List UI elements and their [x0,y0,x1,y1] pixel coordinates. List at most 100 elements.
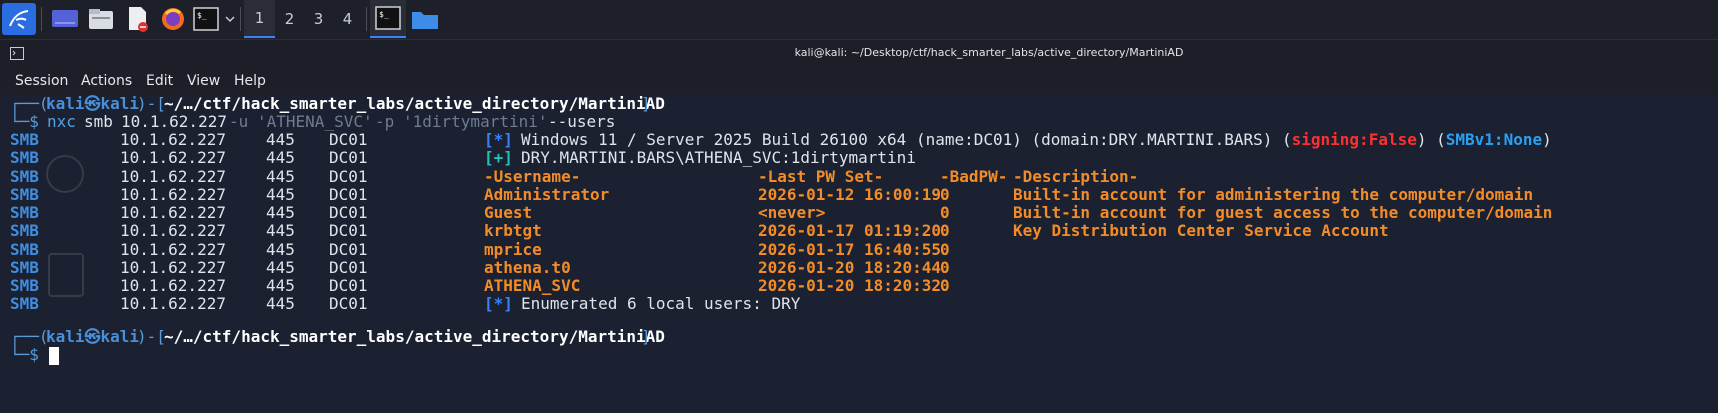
proto-label: SMB [10,203,39,222]
workspace-3[interactable]: 3 [303,0,334,38]
user-description: Built-in account for guest access to the… [1013,203,1553,222]
ip-address: 10.1.62.227 [120,257,226,277]
proto-label: SMB [10,166,39,186]
folder-icon[interactable] [409,3,441,35]
menu-actions[interactable]: Actions [81,73,132,89]
port: 445 [266,203,295,222]
cmd-target: 10.1.62.227 [121,112,227,131]
workspace-2[interactable]: 2 [274,0,305,38]
ip-address: 10.1.62.227 [120,148,226,168]
user-name: mprice [484,239,542,259]
hostname: DC01 [329,239,368,259]
user-badpw: 0 [940,276,950,295]
menu-bar: Session Actions Edit View Help [0,71,1718,95]
window-titlebar: kali@kali: ~/Desktop/ctf/hack_smarter_la… [0,40,1718,71]
user-description: Key Distribution Center Service Account [1013,221,1389,241]
ip-address: 10.1.62.227 [120,294,226,314]
hostname: DC01 [329,148,368,168]
prompt-mid-2: )-[ [137,327,166,346]
proto-label: SMB [10,130,39,149]
hostname: DC01 [329,257,368,277]
cmd-users-flag: --users [548,112,616,131]
auth-text: DRY.MARTINI.BARS\ATHENA_SVC:1dirtymartin… [521,148,916,168]
file-manager-icon[interactable] [84,3,118,35]
cmd-u-flag: -u [229,112,249,131]
ip-address: 10.1.62.227 [120,221,226,241]
window-title: kali@kali: ~/Desktop/ctf/hack_smarter_la… [794,46,1184,59]
desktop-icon[interactable] [48,3,82,35]
command-line: └─$ nxc smb 10.1.62.227 -u 'ATHENA_SVC' … [0,112,615,132]
ghost-desktop-icon [46,155,84,193]
hostname: DC01 [329,166,368,186]
proto-label: SMB [10,184,39,204]
user-last-pw: 2026-01-20 18:20:32 [758,276,942,295]
user-last-pw: 2026-01-17 16:40:55 [758,239,942,259]
proto-label: SMB [10,239,39,259]
terminal-icon[interactable]: $_ [191,3,221,35]
terminal-cursor [49,347,59,365]
user-badpw: 0 [940,239,950,259]
svg-text:$_: $_ [379,10,389,19]
ip-address: 10.1.62.227 [120,239,226,259]
header-description: -Description- [1013,166,1139,186]
menu-view[interactable]: View [187,73,220,89]
port: 445 [266,148,295,168]
header-badpw: -BadPW- [940,166,1008,186]
hostname: DC01 [329,221,368,241]
ghost-trash-icon [48,253,84,297]
prompt-dollar-2: └─$ [10,345,39,364]
user-badpw: 0 [940,184,950,204]
kali-menu-icon[interactable] [2,3,36,35]
summary-tag: [*] [484,294,513,314]
user-badpw: 0 [940,203,950,222]
proto-label: SMB [10,221,39,241]
prompt-close: ] [641,95,651,113]
prompt-line-2: ┌──( kali㉿kali )-[ ~/…/ctf/hack_smarter_… [0,327,665,347]
ip-address: 10.1.62.227 [120,203,226,222]
menu-help[interactable]: Help [234,73,266,89]
proto-label: SMB [10,257,39,277]
auth-tag: [+] [484,148,513,168]
user-name: ATHENA_SVC [484,276,581,295]
prompt-dollar: └─$ [10,112,39,131]
terminal-output[interactable]: ┌──( kali㉿kali )-[ ~/…/ctf/hack_smarter_… [0,95,1718,413]
cmd-proto: smb [84,112,113,131]
taskbar: $_ 1 2 3 4 $_ [0,0,1718,40]
menu-session[interactable]: Session [15,73,68,89]
port: 445 [266,221,295,241]
workspace-1[interactable]: 1 [244,0,275,38]
firefox-icon[interactable] [157,3,189,35]
cmd-p-val: '1dirtymartini' [403,112,548,131]
user-badpw: 0 [940,257,950,277]
user-name: athena.t0 [484,257,571,277]
port: 445 [266,257,295,277]
hostname: DC01 [329,130,368,149]
cmd-u-val: 'ATHENA_SVC' [257,112,373,131]
proto-label: SMB [10,148,39,168]
port: 445 [266,166,295,186]
user-last-pw: <never> [758,203,826,222]
text-editor-icon[interactable] [121,3,153,35]
summary-text: Enumerated 6 local users: DRY [521,294,801,314]
hostname: DC01 [329,294,368,314]
cmd-p-flag: -p [375,112,395,131]
proto-label: SMB [10,276,39,295]
ip-address: 10.1.62.227 [120,184,226,204]
menu-edit[interactable]: Edit [146,73,173,89]
port: 445 [266,130,295,149]
svg-text:$_: $_ [197,11,207,20]
prompt-user-2: kali㉿kali [46,327,140,346]
header-last-pw: -Last PW Set- [758,166,884,186]
workspace-4[interactable]: 4 [332,0,363,38]
hostname: DC01 [329,276,368,295]
ip-address: 10.1.62.227 [120,276,226,295]
ip-address: 10.1.62.227 [120,130,226,149]
prompt-close-2: ] [641,327,651,346]
port: 445 [266,184,295,204]
user-last-pw: 2026-01-12 16:00:19 [758,184,942,204]
dropdown-icon[interactable] [222,3,238,35]
user-description: Built-in account for administering the c… [1013,184,1534,204]
active-terminal-icon[interactable]: $_ [370,0,406,38]
ip-address: 10.1.62.227 [120,166,226,186]
user-name: Guest [484,203,533,222]
